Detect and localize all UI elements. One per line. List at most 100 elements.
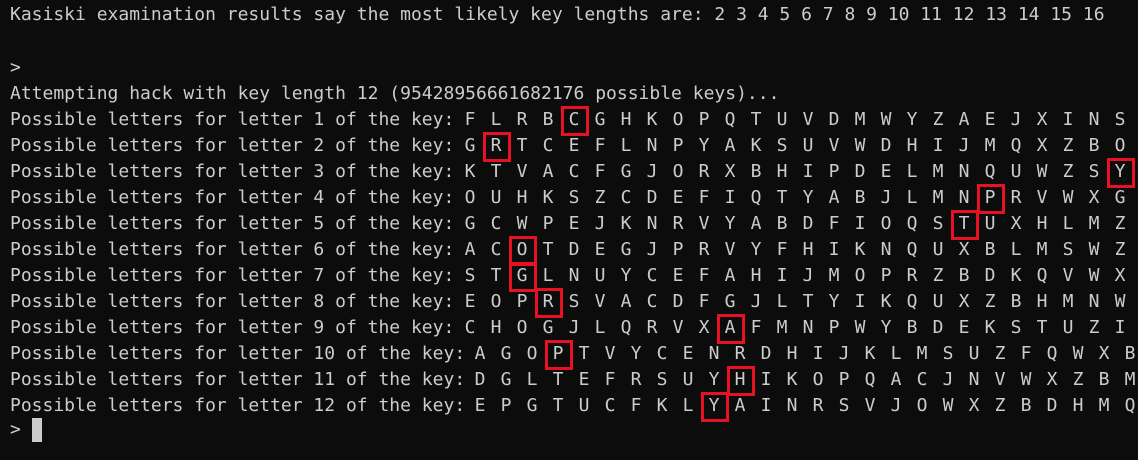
candidate-letter: L <box>776 291 788 312</box>
candidate-letter: U <box>490 187 502 208</box>
candidate-letter: B <box>750 161 762 182</box>
candidate-letter: P <box>984 187 996 208</box>
candidate-letter: Z <box>984 291 996 312</box>
candidate-letter: W <box>1020 369 1032 390</box>
candidate-letter: Q <box>1036 265 1048 286</box>
candidate-letter: N <box>802 317 814 338</box>
candidate-letter: C <box>646 265 658 286</box>
candidate-letter: A <box>464 239 476 260</box>
candidate-letter: L <box>1062 213 1074 234</box>
candidate-letter: W <box>854 317 866 338</box>
candidate-letter: P <box>838 369 850 390</box>
possible-letters-label: Possible letters for letter 2 of the key… <box>10 135 455 156</box>
possible-letters-label: Possible letters for letter 1 of the key… <box>10 109 455 130</box>
candidate-letter: B <box>854 187 866 208</box>
candidate-letter: V <box>1036 187 1048 208</box>
candidate-letter: S <box>1088 161 1100 182</box>
possible-letters-label: Possible letters for letter 7 of the key… <box>10 265 455 286</box>
candidate-letter: W <box>1114 291 1126 312</box>
possible-letters-label: Possible letters for letter 11 of the ke… <box>10 369 466 390</box>
candidate-letter: M <box>776 317 788 338</box>
candidate-letter: X <box>1036 109 1048 130</box>
candidate-letter: J <box>880 187 892 208</box>
candidate-letter: P <box>672 135 684 156</box>
candidate-letter: O <box>880 213 892 234</box>
candidate-letter: Z <box>1072 369 1084 390</box>
terminal-window[interactable]: Kasiski examination results say the most… <box>0 0 1138 460</box>
candidate-letter: C <box>542 135 554 156</box>
candidate-letter: P <box>828 317 840 338</box>
candidate-letter: S <box>568 291 580 312</box>
candidate-letter: T <box>1036 317 1048 338</box>
candidate-letter: X <box>968 395 980 416</box>
candidate-letter: I <box>854 213 866 234</box>
candidate-letter: I <box>776 265 788 286</box>
candidate-letter: E <box>464 291 476 312</box>
candidate-letter: L <box>682 395 694 416</box>
candidate-letter: Z <box>1062 161 1074 182</box>
candidate-letter: P <box>828 161 840 182</box>
candidate-letter: A <box>542 161 554 182</box>
candidate-letter: T <box>578 343 590 364</box>
candidate-letter: W <box>1062 187 1074 208</box>
candidate-letter: S <box>1010 317 1022 338</box>
candidate-letter: C <box>604 395 616 416</box>
possible-letters-label: Possible letters for letter 8 of the key… <box>10 291 455 312</box>
candidate-letter: J <box>646 161 658 182</box>
candidate-letter: T <box>552 395 564 416</box>
candidate-letter: D <box>932 317 944 338</box>
prompt-line-1: > <box>10 57 21 78</box>
candidate-letter: C <box>464 317 476 338</box>
candidate-letter: X <box>724 161 736 182</box>
candidate-letter: U <box>968 343 980 364</box>
candidate-letter: V <box>994 369 1006 390</box>
candidate-letter: Q <box>906 239 918 260</box>
candidate-letter: Z <box>594 187 606 208</box>
candidate-letter: M <box>1088 213 1100 234</box>
candidate-letter: J <box>594 213 606 234</box>
candidate-letter: B <box>984 239 996 260</box>
candidate-letter: H <box>802 239 814 260</box>
candidate-letter: Y <box>620 265 632 286</box>
candidate-letter: H <box>786 343 798 364</box>
candidate-letter: J <box>568 317 580 338</box>
candidate-letter: U <box>932 239 944 260</box>
candidate-letter: T <box>776 187 788 208</box>
candidate-letter: W <box>1036 161 1048 182</box>
candidate-letter: I <box>932 135 944 156</box>
candidate-letter: A <box>828 187 840 208</box>
candidate-letter: H <box>1036 213 1048 234</box>
candidate-letter: H <box>516 187 528 208</box>
candidate-letter: C <box>646 291 658 312</box>
candidate-letter: G <box>542 317 554 338</box>
candidate-letter: O <box>672 161 684 182</box>
candidate-letter: E <box>672 265 684 286</box>
candidate-letter: D <box>880 135 892 156</box>
candidate-letter: Q <box>620 317 632 338</box>
candidate-letter: T <box>542 239 554 260</box>
candidate-letter: N <box>568 265 580 286</box>
candidate-letter: R <box>906 265 918 286</box>
kasiski-results-line: Kasiski examination results say the most… <box>10 4 1105 25</box>
candidate-letter: I <box>802 161 814 182</box>
candidate-letter: O <box>854 265 866 286</box>
candidate-letter: F <box>604 369 616 390</box>
candidate-letter: D <box>854 161 866 182</box>
candidate-letter: A <box>750 213 762 234</box>
candidate-letter: V <box>828 135 840 156</box>
candidate-letter: M <box>984 135 996 156</box>
candidate-letter: A <box>890 369 902 390</box>
candidate-letter: P <box>542 213 554 234</box>
candidate-letter: Q <box>1046 343 1058 364</box>
candidate-letter: F <box>776 239 788 260</box>
candidate-letter: W <box>1072 343 1084 364</box>
candidate-letter: Y <box>724 213 736 234</box>
candidate-letter: I <box>812 343 824 364</box>
candidate-letter: X <box>1046 369 1058 390</box>
candidate-letter: H <box>776 161 788 182</box>
candidate-letter: V <box>672 317 684 338</box>
candidate-letter: R <box>490 135 502 156</box>
candidate-letter: N <box>968 369 980 390</box>
candidate-letter: Q <box>1010 135 1022 156</box>
candidate-letter: W <box>880 109 892 130</box>
